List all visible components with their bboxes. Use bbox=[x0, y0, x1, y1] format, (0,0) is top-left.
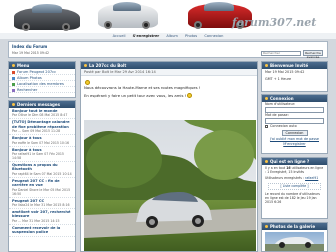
bullet-icon bbox=[265, 64, 268, 67]
register-link[interactable]: M'enregistrer bbox=[262, 142, 327, 147]
current-date: Mar 19 Mai 2015 09:42 bbox=[12, 51, 50, 55]
list-item[interactable]: Bonjour tout le monde Par Ollive le Dim 0… bbox=[9, 108, 75, 120]
forum-icon bbox=[12, 70, 15, 74]
online-user-link[interactable]: rafael91 bbox=[305, 176, 318, 180]
online-title: Qui est en ligne ? bbox=[270, 159, 310, 164]
gallery-header: Photos de la galerie bbox=[262, 223, 327, 230]
search-input[interactable]: Rechercher bbox=[261, 51, 301, 56]
post-meta: Par rapt64 le Sam 07 Mai 2015 10:14 bbox=[12, 171, 72, 176]
welcome-timezone: GMT + 1 Heure bbox=[265, 76, 292, 81]
online-users: Utilisateurs enregistrés : rafael91 bbox=[262, 175, 327, 181]
login-button[interactable]: Connexion bbox=[281, 130, 308, 136]
topic-panel: La 207cc du Bolt Posté par Bolt le Mar 2… bbox=[80, 61, 258, 252]
gallery-panel: Photos de la galerie bbox=[261, 222, 328, 252]
welcome-header: Bienvenue Invité bbox=[262, 62, 327, 69]
bullet-icon bbox=[265, 97, 268, 100]
menu-item-label: Forum Peugeot 207cc bbox=[17, 70, 57, 74]
menu-header: Menu bbox=[9, 62, 75, 69]
welcome-title: Bienvenue Invité bbox=[270, 63, 309, 68]
album-icon bbox=[12, 76, 15, 80]
post-title[interactable]: Peugeot 207 CC : fin de carrière en vue bbox=[12, 179, 72, 188]
list-item[interactable]: Bonjour à tous Par rafael91 le Sam 07 Fév… bbox=[9, 147, 75, 163]
post-meta: Par Ollive le Dim 08 Mai 2015 8:47 bbox=[12, 113, 68, 118]
bullet-icon bbox=[12, 103, 15, 106]
site-logo[interactable]: forum307.net bbox=[232, 16, 316, 29]
menu-item-search[interactable]: Rechercher bbox=[9, 87, 75, 93]
online-summary: Il y a en tout 16 utilisateurs en ligne … bbox=[262, 165, 327, 175]
bullet-icon bbox=[265, 160, 268, 163]
post-title[interactable]: amélioré voir 207, recherché blessure bbox=[12, 210, 72, 219]
list-item[interactable]: amélioré voir 207, recherché blessure Par… bbox=[9, 209, 75, 225]
gallery-thumbnail[interactable] bbox=[265, 232, 324, 251]
car-image-white bbox=[98, 2, 158, 29]
remember-checkbox[interactable] bbox=[265, 124, 268, 128]
welcome-date: Mar 19 Mai 2015 09:42 bbox=[265, 70, 305, 74]
list-item[interactable]: Comment recevoir de la suspension police bbox=[9, 225, 75, 237]
list-item[interactable]: Questions a propos du Bluetooth Par rapt6… bbox=[9, 162, 75, 178]
list-item[interactable]: Peugeot 207 CC Par liska24 le Mar 31 Mar … bbox=[9, 198, 75, 210]
list-item[interactable]: Peugeot 207 CC : fin de carrière en vue P… bbox=[9, 178, 75, 198]
menu-item-label: Album Photos bbox=[17, 76, 42, 80]
breadcrumb-bar: Index du Forum Mar 19 Mai 2015 09:42 Rec… bbox=[8, 41, 328, 59]
login-header: Connexion bbox=[262, 95, 327, 102]
nav-album[interactable]: Album bbox=[166, 34, 178, 38]
menu-panel: Menu Forum Peugeot 207cc Album Photos Lo… bbox=[8, 61, 76, 98]
post-meta: Par eoffe le Sam 07 Mai 2015 10:16 bbox=[12, 140, 70, 145]
topic-meta: Posté par Bolt le Mar 29 Avr 2014 16:14 bbox=[81, 69, 257, 76]
breadcrumb-index[interactable]: Index du Forum bbox=[12, 44, 47, 49]
topic-header: La 207cc du Bolt bbox=[81, 62, 257, 69]
post-meta: Par liska24 le Mar 31 Mar 2015 8:16 bbox=[12, 203, 70, 208]
menu-item-label: Localisation des membres bbox=[17, 82, 64, 86]
nav-register[interactable]: S'enregistrer bbox=[133, 34, 160, 38]
welcome-panel: Bienvenue Invité Mar 19 Mai 2015 09:42 G… bbox=[261, 61, 328, 92]
latest-posts-panel: Derniers messages Bonjour tout le monde P… bbox=[8, 100, 76, 252]
login-title: Connexion bbox=[270, 96, 294, 101]
post-meta: Par rafael91 le Sam 07 Fév 2015 14:58 bbox=[12, 152, 64, 161]
bullet-icon bbox=[265, 225, 268, 228]
menu-item-label: Rechercher bbox=[17, 88, 38, 92]
nav-photos[interactable]: Photos bbox=[185, 34, 197, 38]
search-icon bbox=[12, 88, 15, 92]
post-title[interactable]: [TUTO] Démontage calandre de fixe problè… bbox=[12, 120, 72, 129]
topic-photo[interactable] bbox=[84, 120, 256, 251]
topic-line-2: En espérant y faire un petit tour avec v… bbox=[84, 92, 187, 98]
post-title[interactable]: Comment recevoir de la suspension police bbox=[12, 226, 72, 235]
top-navigation: Accueil S'enregistrer Album Photos Conne… bbox=[0, 33, 336, 39]
post-title[interactable]: Questions a propos du Bluetooth bbox=[12, 163, 72, 172]
remember-label: Connexion auto bbox=[270, 124, 297, 128]
online-record: Le record du nombre d'utilisateurs en li… bbox=[265, 191, 320, 205]
menu-title: Menu bbox=[17, 63, 30, 68]
latest-posts-title: Derniers messages bbox=[17, 102, 60, 107]
post-meta: Par ... Sam 09 Mai 2015 11:28 bbox=[12, 129, 61, 134]
gallery-title: Photos de la galerie bbox=[270, 224, 316, 229]
online-panel: Qui est en ligne ? Il y a en tout 16 uti… bbox=[261, 157, 328, 219]
smiley-icon bbox=[85, 79, 90, 85]
search-button[interactable]: Recherche avancée bbox=[303, 50, 323, 59]
login-panel: Connexion Nom d'utilisateur: Mot de pass… bbox=[261, 94, 328, 154]
topic-title: La 207cc du Bolt bbox=[89, 63, 127, 68]
post-meta: Par Daniel Shore le Mar 05 Mai 2015 16:5… bbox=[12, 187, 71, 196]
header-banner: forum307.net bbox=[0, 0, 336, 33]
bullet-icon bbox=[84, 64, 87, 67]
nav-login[interactable]: Connexion bbox=[204, 34, 223, 38]
smiley-icon bbox=[187, 93, 193, 98]
online-header: Qui est en ligne ? bbox=[262, 158, 327, 165]
full-list-link[interactable]: [ Liste complète ] bbox=[268, 182, 321, 190]
post-meta: Par ... Mar 31 Mar 2015 14:15 bbox=[12, 218, 60, 223]
map-icon bbox=[12, 82, 15, 86]
topic-line-1: Nous découvrons la Haute-Marne et ses ro… bbox=[84, 84, 201, 90]
topic-body: Nous découvrons la Haute-Marne et ses ro… bbox=[81, 76, 257, 101]
list-item[interactable]: Bonjour à tous Par eoffe le Sam 07 Mai 20… bbox=[9, 135, 75, 147]
list-item[interactable]: [TUTO] Démontage calandre de fixe problè… bbox=[9, 119, 75, 136]
bullet-icon bbox=[12, 64, 15, 67]
nav-home[interactable]: Accueil bbox=[113, 34, 126, 38]
online-text-3: Utilisateurs enregistrés : bbox=[265, 176, 305, 181]
car-image-grey bbox=[14, 4, 80, 31]
latest-posts-header: Derniers messages bbox=[9, 101, 75, 108]
